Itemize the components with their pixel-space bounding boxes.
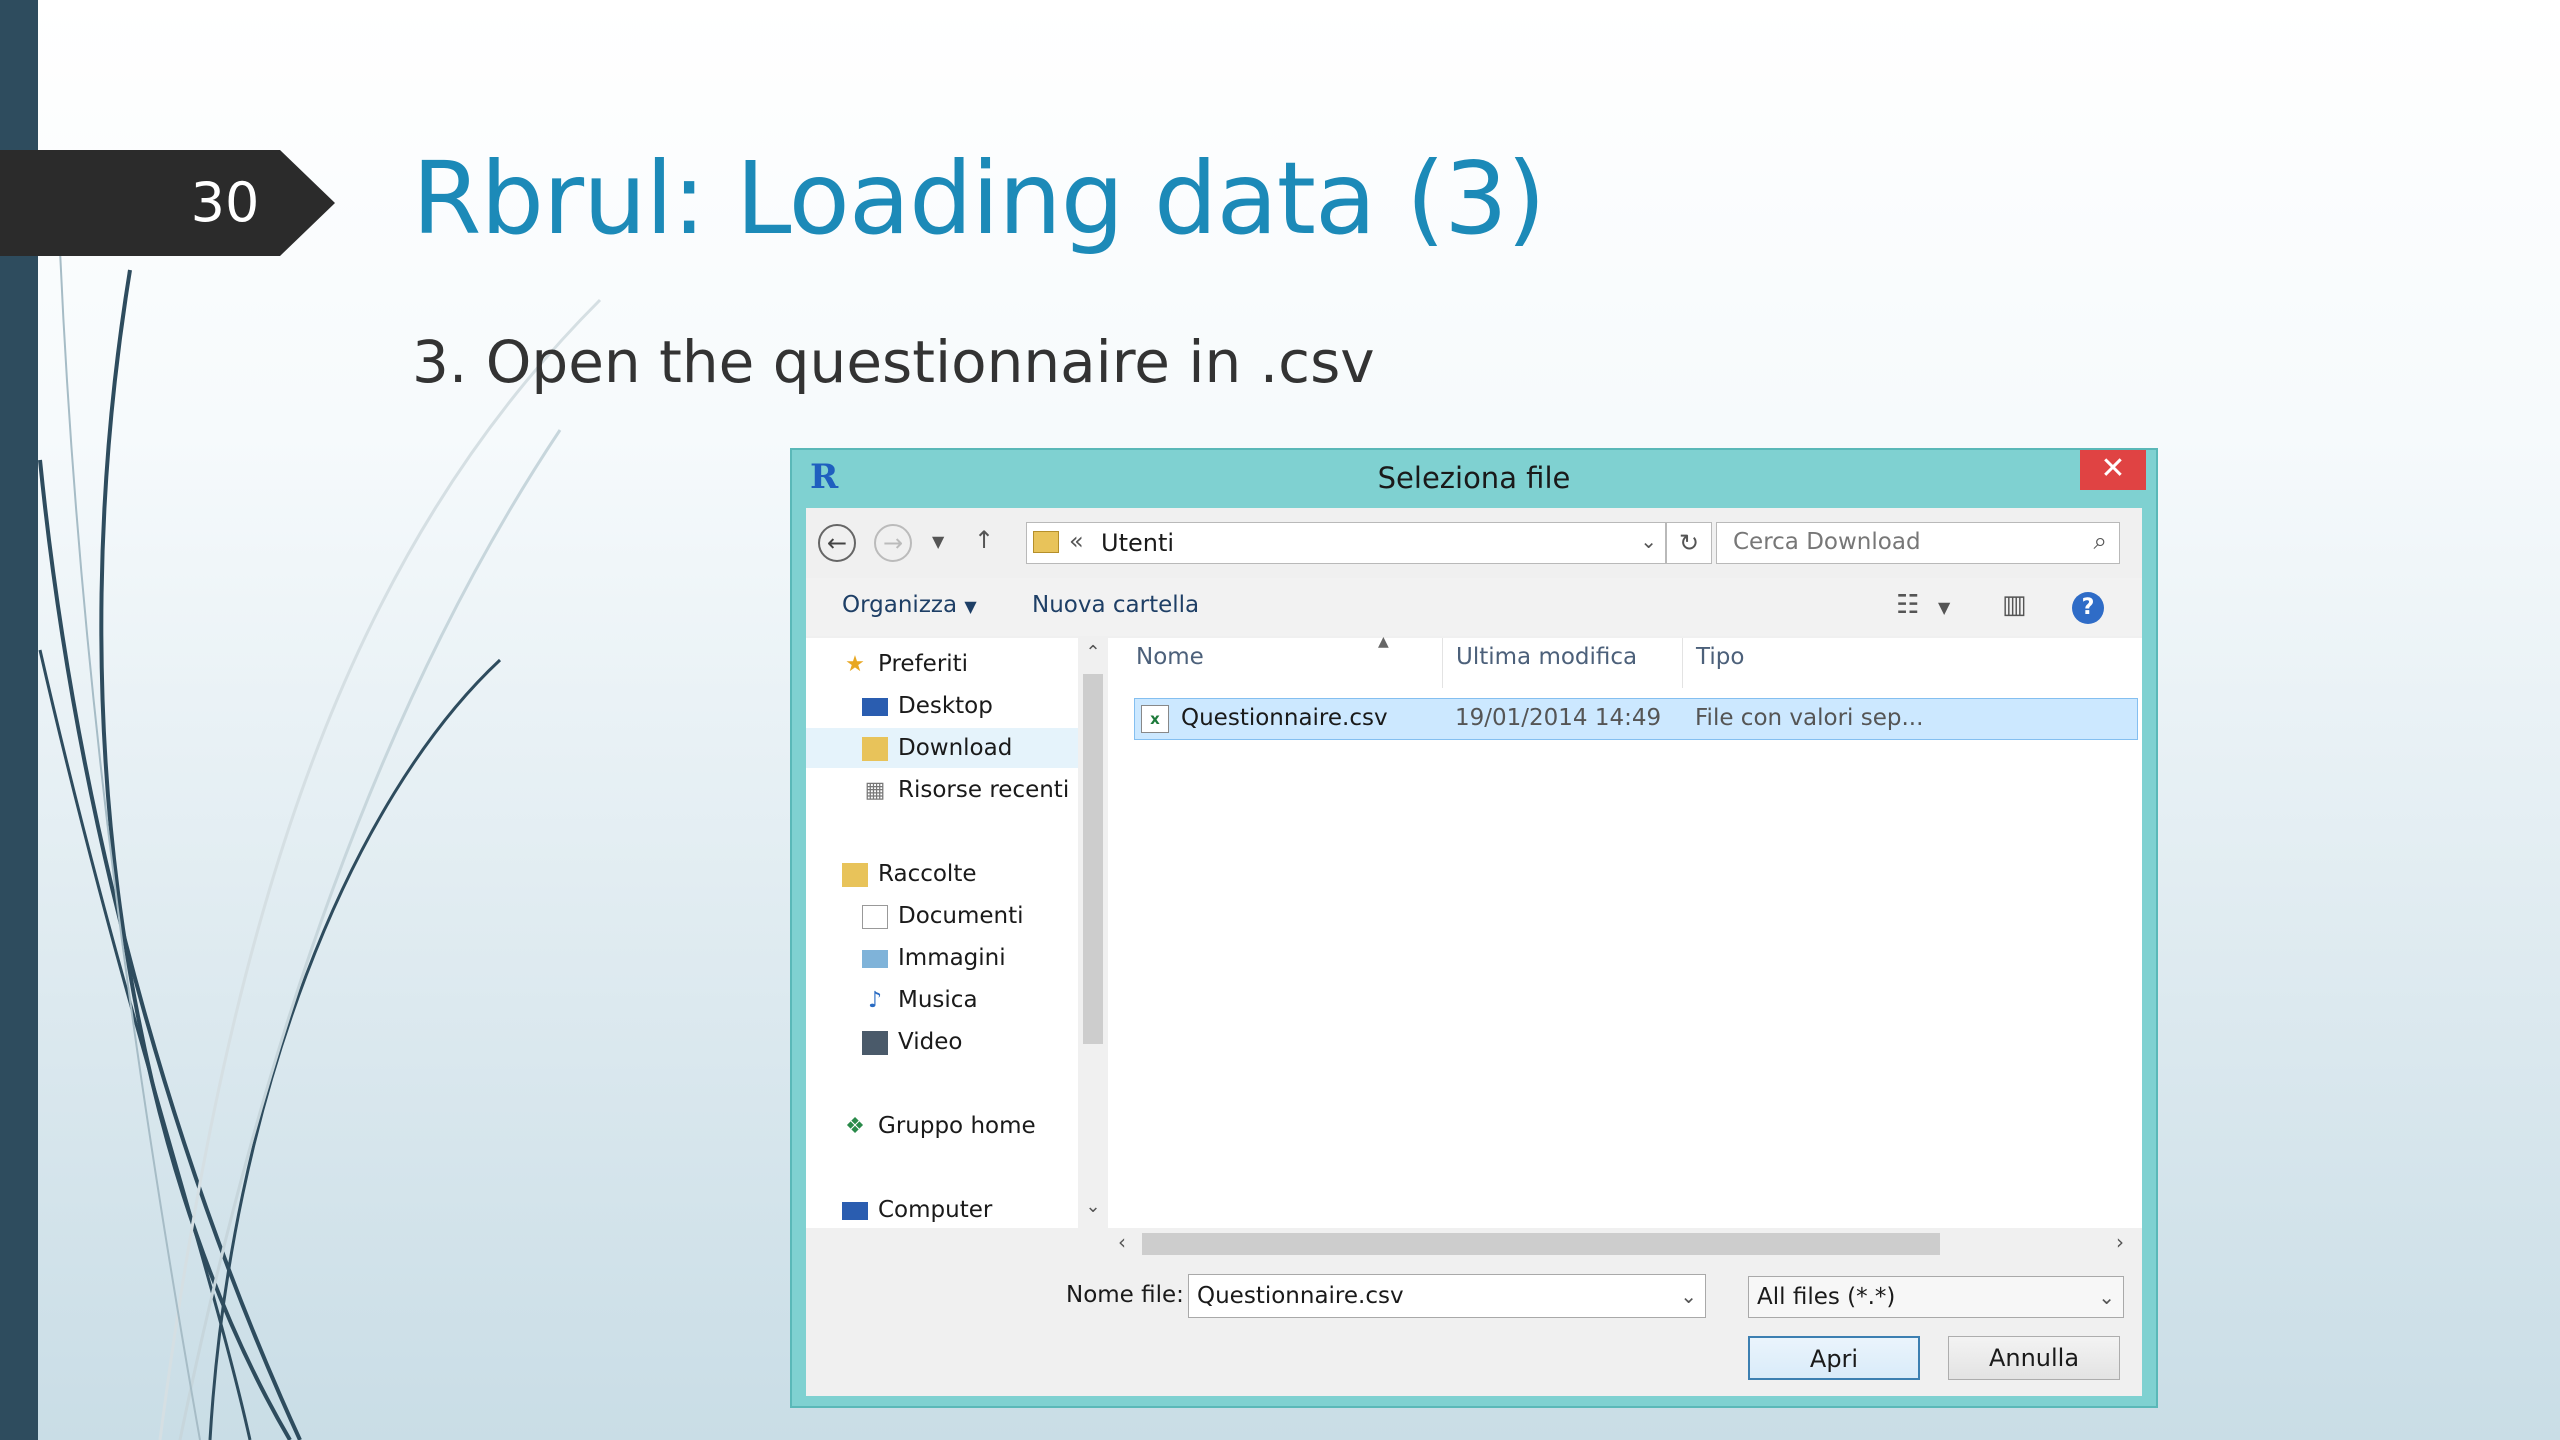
nav-label: Risorse recenti	[898, 777, 1070, 803]
filename-label: Nome file:	[1066, 1282, 1184, 1308]
nav-pane-scrollbar[interactable]: ⌃ ⌄	[1078, 638, 1108, 1228]
nav-label: Gruppo home	[878, 1113, 1036, 1139]
slide-title: Rbrul: Loading data (3)	[412, 140, 1546, 257]
nav-label: Preferiti	[878, 651, 969, 677]
search-placeholder: Cerca Download	[1733, 529, 1921, 555]
scroll-thumb[interactable]	[1083, 674, 1103, 1044]
chevron-down-icon[interactable]: ⌄	[1680, 1281, 1697, 1311]
file-list-h-scrollbar[interactable]: ‹ ›	[1108, 1228, 2142, 1258]
file-modified: 19/01/2014 14:49	[1455, 705, 1662, 731]
homegroup-icon: ❖	[845, 1113, 865, 1139]
column-separator[interactable]	[1682, 638, 1683, 688]
filetype-select[interactable]: All files (*.*) ⌄	[1748, 1276, 2124, 1318]
nav-label: Download	[898, 735, 1013, 761]
slide-number-tab	[0, 150, 335, 256]
nav-label: Immagini	[898, 945, 1006, 971]
scroll-up-icon[interactable]: ⌃	[1078, 642, 1108, 663]
navigation-pane: ★ Preferiti Desktop Download ▦ Risorse rec…	[806, 638, 1078, 1228]
sort-caret-icon: ▲	[1378, 634, 1389, 650]
column-separator[interactable]	[1442, 638, 1443, 688]
nav-libraries[interactable]: Raccolte	[842, 854, 977, 894]
file-dialog: R Seleziona file ✕ ← → ▼ ↑ « Utenti ⌄ ↻ …	[790, 448, 2158, 1408]
h-scroll-thumb[interactable]	[1142, 1233, 1940, 1255]
column-header-type[interactable]: Tipo	[1696, 644, 1744, 670]
pictures-icon	[862, 949, 888, 968]
music-icon: ♪	[867, 987, 883, 1013]
cancel-button[interactable]: Annulla	[1948, 1336, 2120, 1380]
slide-number: 30	[190, 171, 260, 234]
csv-file-icon: x	[1141, 705, 1169, 733]
documents-icon	[862, 904, 888, 929]
slide-bullet: 3. Open the questionnaire in .csv	[412, 328, 1375, 396]
new-folder-button[interactable]: Nuova cartella	[1032, 592, 1199, 618]
address-text: Utenti	[1101, 529, 1175, 557]
nav-label: Desktop	[898, 693, 993, 719]
nav-video[interactable]: Video	[862, 1022, 962, 1062]
computer-icon	[842, 1201, 868, 1220]
refresh-button[interactable]: ↻	[1666, 522, 1712, 564]
nav-music[interactable]: ♪ Musica	[862, 980, 978, 1020]
recent-places-icon: ▦	[864, 777, 886, 803]
nav-favorites[interactable]: ★ Preferiti	[842, 644, 968, 684]
chevron-down-icon: ▼	[964, 597, 977, 616]
nav-label: Documenti	[898, 903, 1024, 929]
up-arrow-button[interactable]: ↑	[974, 526, 994, 554]
folder-icon	[1033, 531, 1059, 553]
organize-menu[interactable]: Organizza ▼	[842, 592, 977, 618]
file-row[interactable]: x Questionnaire.csv 19/01/2014 14:49 Fil…	[1134, 698, 2138, 740]
libraries-icon	[842, 862, 868, 887]
file-type: File con valori sep...	[1695, 705, 1924, 731]
search-icon[interactable]: ⌕	[2094, 527, 2107, 555]
forward-button[interactable]: →	[874, 524, 912, 562]
filename-value: Questionnaire.csv	[1197, 1283, 1404, 1309]
help-icon[interactable]: ?	[2072, 592, 2104, 624]
nav-computer[interactable]: Computer	[842, 1190, 992, 1228]
scroll-down-icon[interactable]: ⌄	[1078, 1196, 1108, 1217]
view-options-icon[interactable]: ☷	[1896, 590, 1919, 620]
back-button[interactable]: ←	[818, 524, 856, 562]
column-header-name[interactable]: Nome	[1136, 644, 1204, 670]
chevron-down-icon[interactable]: ⌄	[2098, 1283, 2115, 1311]
close-button[interactable]: ✕	[2080, 450, 2146, 490]
nav-homegroup[interactable]: ❖ Gruppo home	[842, 1106, 1036, 1146]
scroll-right-icon[interactable]: ›	[2116, 1230, 2124, 1254]
command-toolbar: Organizza ▼ Nuova cartella ☷ ▼ ▥ ?	[806, 578, 2142, 636]
nav-pictures[interactable]: Immagini	[862, 938, 1006, 978]
nav-label: Musica	[898, 987, 978, 1013]
column-header-modified[interactable]: Ultima modifica	[1456, 644, 1637, 670]
nav-recent[interactable]: ▦ Risorse recenti	[862, 770, 1070, 810]
address-dropdown-icon[interactable]: ⌄	[1640, 529, 1657, 553]
address-bar[interactable]: « Utenti ⌄	[1026, 522, 1666, 564]
filename-input[interactable]: Questionnaire.csv ⌄	[1188, 1274, 1706, 1318]
nav-label: Raccolte	[878, 861, 977, 887]
nav-download[interactable]: Download	[806, 728, 1078, 768]
dialog-title: Seleziona file	[1377, 461, 1571, 495]
nav-desktop[interactable]: Desktop	[862, 686, 993, 726]
search-box[interactable]: Cerca Download ⌕	[1716, 522, 2120, 564]
nav-documents[interactable]: Documenti	[862, 896, 1024, 936]
recent-locations-dropdown-icon[interactable]: ▼	[932, 532, 944, 551]
dialog-bottom-panel: Nome file: Questionnaire.csv ⌄ All files…	[806, 1258, 2142, 1396]
scroll-left-icon[interactable]: ‹	[1118, 1230, 1126, 1254]
file-name: Questionnaire.csv	[1181, 705, 1388, 731]
download-folder-icon	[862, 736, 888, 761]
video-icon	[862, 1030, 888, 1055]
desktop-icon	[862, 697, 888, 716]
file-list-pane: ▲ Nome Ultima modifica Tipo x Questionna…	[1108, 634, 2142, 1228]
star-icon: ★	[845, 651, 865, 677]
nav-label: Computer	[878, 1197, 993, 1223]
organize-label: Organizza	[842, 592, 958, 618]
nav-label: Video	[898, 1029, 963, 1055]
preview-pane-icon[interactable]: ▥	[2002, 590, 2027, 620]
dialog-titlebar[interactable]: R Seleziona file ✕	[792, 450, 2156, 506]
breadcrumb-chevron-icon[interactable]: «	[1069, 527, 1084, 555]
open-button[interactable]: Apri	[1748, 1336, 1920, 1380]
dialog-client: ← → ▼ ↑ « Utenti ⌄ ↻ Cerca Download ⌕ Or…	[806, 508, 2142, 1396]
view-dropdown-icon[interactable]: ▼	[1938, 598, 1950, 617]
navigation-bar: ← → ▼ ↑ « Utenti ⌄ ↻ Cerca Download ⌕	[806, 508, 2142, 576]
filetype-value: All files (*.*)	[1757, 1284, 1896, 1310]
